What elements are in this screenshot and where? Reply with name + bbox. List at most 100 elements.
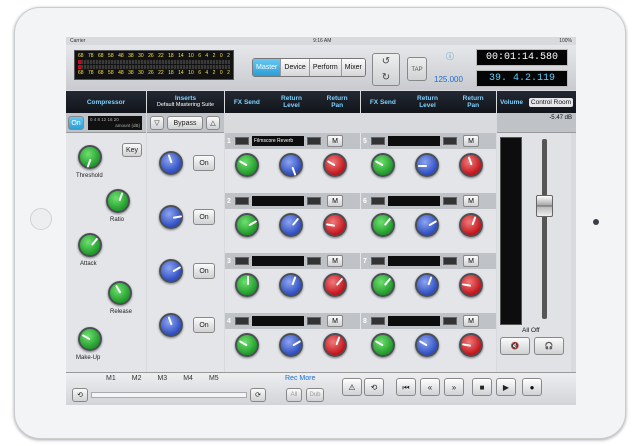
fx-send-knob[interactable] xyxy=(235,153,259,177)
send-name[interactable] xyxy=(388,256,440,266)
fx-send-knob[interactable] xyxy=(235,273,259,297)
mode-device-button[interactable]: Device xyxy=(281,59,310,76)
fx-send-knob[interactable] xyxy=(235,213,259,237)
return-pan-knob[interactable] xyxy=(459,273,483,297)
ratio-knob[interactable] xyxy=(106,189,130,213)
return-pan-knob[interactable] xyxy=(323,273,347,297)
threshold-knob[interactable] xyxy=(78,145,102,169)
tap-tempo-button[interactable]: TAP xyxy=(407,57,427,81)
attack-knob[interactable] xyxy=(78,233,102,257)
send-mute-button[interactable]: M xyxy=(463,255,479,267)
compressor-title: Compressor xyxy=(86,98,126,106)
redo-icon[interactable]: ↻ xyxy=(373,70,399,86)
volume-fader-handle[interactable] xyxy=(536,195,553,217)
fx-send-knob[interactable] xyxy=(371,273,395,297)
return-level-knob[interactable] xyxy=(415,153,439,177)
compressor-on-button[interactable]: On xyxy=(68,116,84,130)
return-level-knob[interactable] xyxy=(415,273,439,297)
marker-button[interactable]: M4 xyxy=(183,375,193,382)
fx-send-knob[interactable] xyxy=(371,153,395,177)
send-mini-meter xyxy=(235,137,249,145)
return-level-knob[interactable] xyxy=(279,333,303,357)
insert-knob-3[interactable] xyxy=(159,259,183,283)
return-level-knob[interactable] xyxy=(415,213,439,237)
loop-toggle-icon[interactable]: ⟲ xyxy=(364,378,384,396)
fast-forward-icon[interactable]: » xyxy=(444,378,464,396)
fx-send-knob[interactable] xyxy=(371,213,395,237)
return-pan-knob[interactable] xyxy=(323,213,347,237)
send-mute-button[interactable]: M xyxy=(327,315,343,327)
rec-all-button[interactable]: All xyxy=(286,388,302,402)
loop-range-slider[interactable] xyxy=(91,392,247,398)
send-mute-button[interactable]: M xyxy=(463,135,479,147)
send-mute-button[interactable]: M xyxy=(327,135,343,147)
fx-send-knob[interactable] xyxy=(371,333,395,357)
send-name[interactable] xyxy=(388,316,440,326)
headphones-button[interactable]: 🎧 xyxy=(534,337,564,355)
undo-icon[interactable]: ↺ xyxy=(373,54,399,70)
bars-display[interactable]: 39. 4.2.119 xyxy=(476,70,568,87)
return-pan-knob[interactable] xyxy=(323,333,347,357)
return-pan-knob[interactable] xyxy=(459,333,483,357)
marker-button[interactable]: M3 xyxy=(157,375,167,382)
send-name[interactable] xyxy=(388,196,440,206)
record-icon[interactable]: ● xyxy=(522,378,542,396)
send-name[interactable] xyxy=(252,196,304,206)
marker-button[interactable]: M1 xyxy=(106,375,116,382)
preset-up-icon[interactable]: △ xyxy=(206,116,220,130)
level-meter: 68 78 68 58 48 38 30 26 22 18 14 10 6 4 2 0 2 68 78 68 58 48… xyxy=(74,50,234,80)
control-room-button[interactable]: Control Room xyxy=(528,97,574,107)
insert-on-button-1[interactable]: On xyxy=(193,155,215,171)
marker-button[interactable]: M5 xyxy=(209,375,219,382)
send-mute-button[interactable]: M xyxy=(327,255,343,267)
info-icon[interactable]: ⓘ xyxy=(446,51,454,62)
mode-master-button[interactable]: Master xyxy=(253,59,282,76)
time-display[interactable]: 00:01:14.580 xyxy=(476,49,568,66)
fx-send-knob[interactable] xyxy=(235,333,259,357)
insert-on-button-4[interactable]: On xyxy=(193,317,215,333)
return-level-knob[interactable] xyxy=(279,213,303,237)
return-pan-knob[interactable] xyxy=(459,213,483,237)
return-pan-knob[interactable] xyxy=(459,153,483,177)
send-number: 8 xyxy=(363,317,367,325)
insert-knob-1[interactable] xyxy=(159,151,183,175)
loop-right-icon[interactable]: ⟳ xyxy=(250,388,266,402)
makeup-knob[interactable] xyxy=(78,327,102,351)
marker-button[interactable]: M2 xyxy=(132,375,142,382)
rec-dub-button[interactable]: Dub xyxy=(306,388,324,402)
bypass-button[interactable]: Bypass xyxy=(167,116,203,130)
return-level-knob[interactable] xyxy=(415,333,439,357)
home-button[interactable] xyxy=(30,208,52,230)
return-level-knob[interactable] xyxy=(279,153,303,177)
rewind-start-icon[interactable]: ⏮ xyxy=(396,378,416,396)
amount-label: amount (dB) xyxy=(115,123,140,128)
play-icon[interactable]: ▶ xyxy=(496,378,516,396)
fx-send-label-2: FX Send xyxy=(369,98,396,106)
carrier-label: Carrier xyxy=(70,38,86,44)
loop-left-icon[interactable]: ⟲ xyxy=(72,388,88,402)
return-level-knob[interactable] xyxy=(279,273,303,297)
tempo-display[interactable]: 125.000 xyxy=(434,75,463,84)
mute-speaker-button[interactable]: 🔇 xyxy=(500,337,530,355)
send-name[interactable]: Filmscore Reverb xyxy=(252,136,304,146)
send-name[interactable] xyxy=(252,256,304,266)
send-name[interactable] xyxy=(252,316,304,326)
send-name[interactable] xyxy=(388,136,440,146)
insert-knob-4[interactable] xyxy=(159,313,183,337)
send-mute-button[interactable]: M xyxy=(463,195,479,207)
insert-on-button-3[interactable]: On xyxy=(193,263,215,279)
key-button[interactable]: Key xyxy=(122,143,142,157)
stop-icon[interactable]: ■ xyxy=(472,378,492,396)
insert-knob-2[interactable] xyxy=(159,205,183,229)
metronome-icon[interactable]: ⚠ xyxy=(342,378,362,396)
release-knob[interactable] xyxy=(108,281,132,305)
insert-on-button-2[interactable]: On xyxy=(193,209,215,225)
mode-mixer-button[interactable]: Mixer xyxy=(341,59,365,76)
preset-down-icon[interactable]: ▽ xyxy=(150,116,164,130)
compressor-header: Compressor xyxy=(66,91,146,113)
send-mute-button[interactable]: M xyxy=(463,315,479,327)
send-mute-button[interactable]: M xyxy=(327,195,343,207)
return-pan-knob[interactable] xyxy=(323,153,347,177)
mode-perform-button[interactable]: Perform xyxy=(309,59,342,76)
rewind-icon[interactable]: « xyxy=(420,378,440,396)
